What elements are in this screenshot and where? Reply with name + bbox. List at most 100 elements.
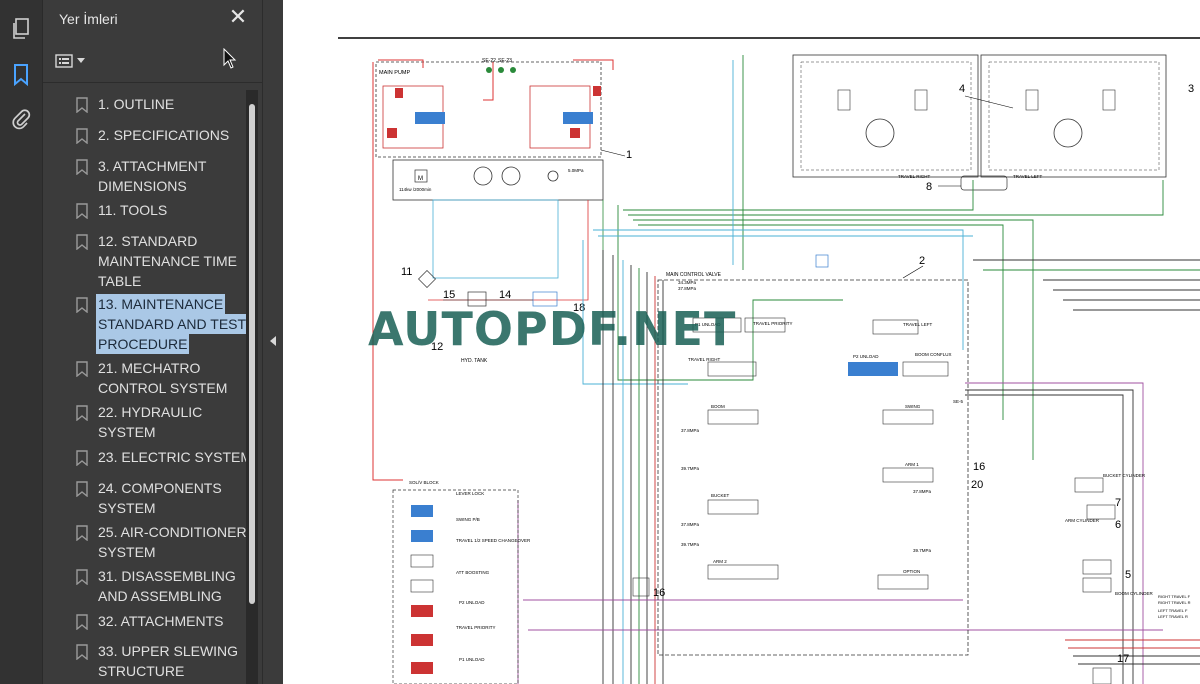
sensor-label: SE-5: [953, 399, 964, 404]
document-page: MAIN PUMP SE-22 SE-23 1 M 114kw /2000min…: [283, 0, 1200, 684]
component-number: 8: [926, 181, 932, 193]
mouse-cursor-icon: [223, 48, 237, 69]
valve-label: BOOM: [711, 404, 725, 409]
sol-label: LEVER LOCK: [456, 491, 484, 496]
bookmark-label: TABLE: [98, 273, 142, 289]
component-number: 17: [1117, 653, 1129, 665]
tool-rail: [0, 0, 43, 684]
sol-label: ATT BOOSTING: [456, 570, 490, 575]
bookmark-label: DIMENSIONS: [98, 178, 187, 194]
pressure-label: 39.7MPa: [681, 466, 700, 471]
bookmarks-panel: Yer İmleri ✕ 1. OUTLINE 2. SPECIFICATION…: [43, 0, 262, 684]
travel-left-motor-label: TRAVEL LEFT: [1013, 174, 1043, 179]
bookmark-label: 24. COMPONENTS: [98, 480, 222, 496]
component-number: 16: [973, 461, 985, 473]
sol-label: TRAVEL 1/2 SPEED CHANGEOVER: [456, 538, 531, 543]
main-control-valve-label: MAIN CONTROL VALVE: [666, 272, 722, 278]
cylinder-label: ARM CYLINDER: [1065, 518, 1100, 523]
pressure-label: 39.7MPa: [681, 542, 700, 547]
sol-label: SWING P/B: [456, 517, 480, 522]
pressure-label: 39.7MPa: [913, 548, 932, 553]
component-number: 11: [401, 266, 412, 278]
bookmark-label: 1. OUTLINE: [98, 96, 175, 112]
component-number: 7: [1115, 497, 1121, 509]
bookmark-label: 25. AIR-CONDITIONER: [98, 524, 247, 540]
scrollbar-thumb[interactable]: [249, 104, 255, 604]
bookmark-label: PROCEDURE: [96, 334, 190, 354]
bookmark-flag-icon: [76, 614, 88, 630]
pressure-label: 37.8MPa: [913, 489, 932, 494]
bookmark-label: 12. STANDARD: [98, 233, 198, 249]
bookmark-flag-icon: [76, 361, 88, 377]
bookmark-icon[interactable]: [8, 62, 34, 88]
valve-label: BOOM CONFLUX: [915, 352, 952, 357]
watermark: AUTOPDF.NET: [368, 302, 737, 356]
bookmark-label: 13. MAINTENANCE: [96, 294, 226, 314]
sol-label: TRAVEL PRIORITY: [456, 625, 496, 630]
cylinder-label: BOOM CYLINDER: [1115, 591, 1154, 596]
bookmark-flag-icon: [76, 234, 88, 250]
valve-label: BUCKET: [711, 493, 730, 498]
collapse-arrow-icon[interactable]: [270, 336, 276, 346]
bookmark-label: SYSTEM: [98, 544, 156, 560]
chevron-down-icon: [77, 58, 85, 63]
panel-title: Yer İmleri: [59, 11, 118, 27]
component-number: 20: [971, 479, 983, 491]
close-icon[interactable]: ✕: [227, 6, 249, 28]
valve-label: P2 UNLOAD: [853, 354, 879, 359]
bookmark-flag-icon: [76, 450, 88, 466]
component-number: 6: [1115, 519, 1121, 531]
bookmark-flag-icon: [76, 97, 88, 113]
svg-text:M: M: [418, 176, 423, 182]
bookmark-label: STANDARD AND TEST: [96, 314, 249, 334]
se23-label: SE-23: [498, 58, 512, 64]
bookmark-label: MAINTENANCE TIME: [98, 253, 237, 269]
sol-label: P1 UNLOAD: [459, 657, 485, 662]
motor-spec-label: 114kw /2000min: [399, 187, 432, 192]
bookmark-label: 32. ATTACHMENTS: [98, 613, 224, 629]
component-number: 3: [1188, 83, 1194, 95]
bookmark-label: SYSTEM: [98, 424, 156, 440]
se22-label: SE-22: [482, 58, 496, 64]
bookmark-flag-icon: [76, 203, 88, 219]
cylinders: BUCKET CYLINDER 7 ARM CYLINDER 6 BOOM CY…: [1065, 473, 1191, 684]
bookmark-label: CONTROL SYSTEM: [98, 380, 228, 396]
valve-label: TRAVEL RIGHT: [688, 357, 721, 362]
travel-motors: TRAVEL RIGHT TRAVEL LEFT 4 3 8: [792, 54, 1194, 193]
bookmark-label: 23. ELECTRIC SYSTEM: [98, 449, 253, 465]
component-number: 5: [1125, 569, 1131, 581]
valve-label: ARM 2: [713, 559, 727, 564]
bookmark-label: 22. HYDRAULIC: [98, 404, 203, 420]
panel-toolbar: [43, 40, 262, 83]
bookmark-label: 3. ATTACHMENT: [98, 158, 207, 174]
panel-splitter[interactable]: [262, 0, 283, 684]
travel-line-label: LEFT TRAVEL F: [1158, 608, 1188, 613]
pump-motor-block: M 114kw /2000min 5.0MPa: [392, 159, 604, 301]
component-number: 14: [499, 289, 511, 301]
travel-line-label: RIGHT TRAVEL F: [1158, 594, 1191, 599]
bookmark-label: 11. TOOLS: [98, 202, 168, 218]
pages-icon[interactable]: [8, 16, 34, 42]
attachment-icon[interactable]: [8, 106, 34, 132]
bookmark-flag-icon: [76, 159, 88, 175]
main-pump-label: MAIN PUMP: [379, 70, 411, 76]
pressure-label: 34.3MPa: [678, 280, 697, 285]
component-number: 2: [919, 255, 925, 267]
list-options-icon: [55, 54, 73, 68]
bookmark-label: SYSTEM: [98, 500, 156, 516]
bookmark-flag-icon: [76, 481, 88, 497]
pressure-label: 37.8MPa: [681, 522, 700, 527]
cylinder-label: BUCKET CYLINDER: [1103, 473, 1146, 478]
travel-right-motor-label: TRAVEL RIGHT: [898, 174, 931, 179]
pressure-label: 5.0MPa: [568, 168, 584, 173]
bookmark-scrollbar[interactable]: [246, 90, 258, 684]
options-menu-button[interactable]: [55, 50, 95, 72]
component-number: 16: [653, 587, 665, 599]
bookmark-label: 31. DISASSEMBLING: [98, 568, 236, 584]
hyd-tank-label: HYD. TANK: [461, 358, 488, 364]
bookmark-flag-icon: [76, 405, 88, 421]
bookmark-flag-icon: [76, 128, 88, 144]
valve-label: SWING: [905, 404, 921, 409]
pressure-label: 37.8MPa: [678, 286, 697, 291]
solenoid-valve-block: SOL/V BLOCK LEVER LOCK SWING P/B TRAVEL …: [392, 480, 531, 684]
